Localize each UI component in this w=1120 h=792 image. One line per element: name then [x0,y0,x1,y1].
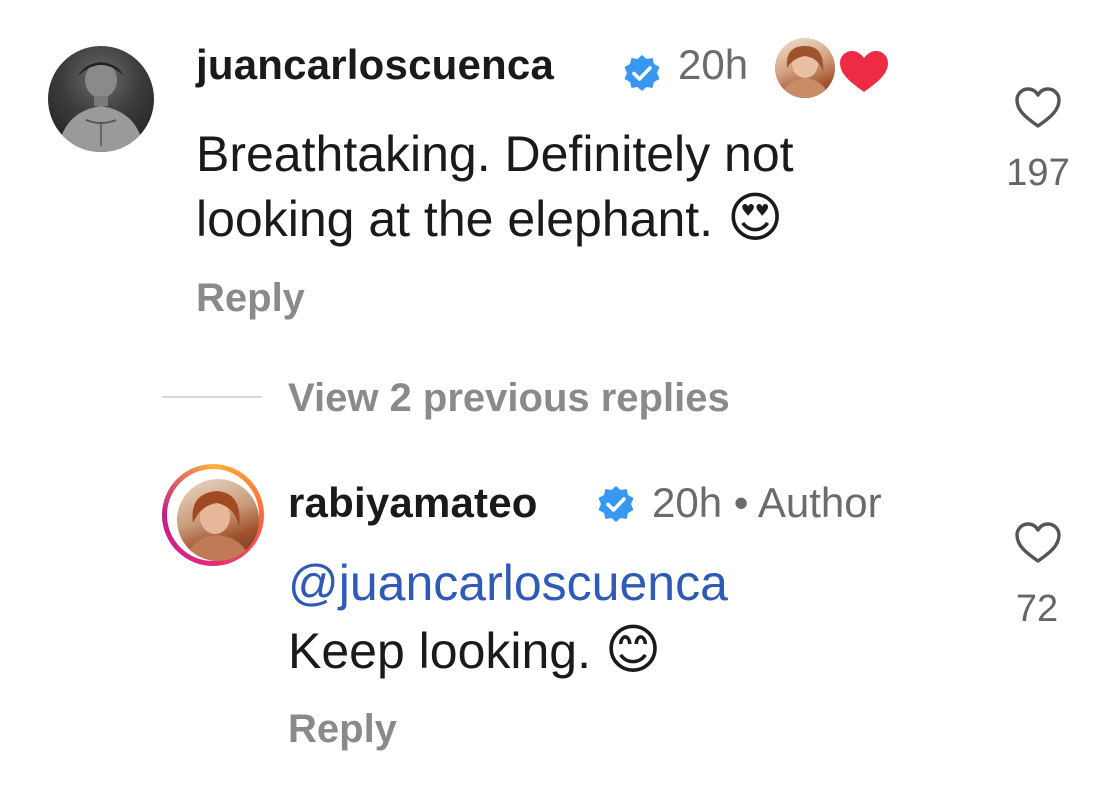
comment-text-line-2-text: looking at the elephant. [196,191,714,247]
reply-text-content: Keep looking. [288,623,592,679]
verified-badge-icon [598,486,634,522]
heart-icon [840,51,888,92]
verified-badge-icon [624,55,660,91]
author-mini-photo [781,46,829,98]
comment-reply-button[interactable]: Reply [196,276,305,321]
replier-username[interactable]: rabiyamateo [288,479,538,527]
reply-like-heart-icon[interactable] [1014,521,1062,565]
reply-text: Keep looking. 😊 [288,618,661,683]
heart-eyes-emoji-icon: 😍 [726,188,784,248]
replier-avatar[interactable] [162,464,264,566]
commenter-username[interactable]: juancarloscuenca [196,41,554,89]
view-previous-replies-button[interactable]: View 2 previous replies [288,376,730,421]
liked-by-author-avatar [775,38,835,98]
comment-text-line-2: looking at the elephant. 😍 [196,186,783,251]
replies-divider [162,396,262,398]
reply-reply-button[interactable]: Reply [288,707,397,752]
smiling-emoji-icon: 😊 [604,620,662,680]
comment-like-count: 197 [1006,152,1070,194]
reply-meta-separator: • [733,479,749,526]
reply-meta: 20h • Author [652,479,882,527]
commenter-avatar[interactable] [48,46,154,152]
avatar-photo [58,62,144,152]
replier-avatar-photo [185,491,251,561]
comment-like-heart-icon[interactable] [1014,86,1062,130]
reply-mention-link[interactable]: @juancarloscuenca [288,554,728,612]
reply-like-count: 72 [1015,588,1059,630]
comment-text-line-1: Breathtaking. Definitely not [196,126,794,182]
author-label: Author [757,479,882,526]
comment-timestamp: 20h [678,41,749,88]
reply-timestamp: 20h [652,479,723,526]
